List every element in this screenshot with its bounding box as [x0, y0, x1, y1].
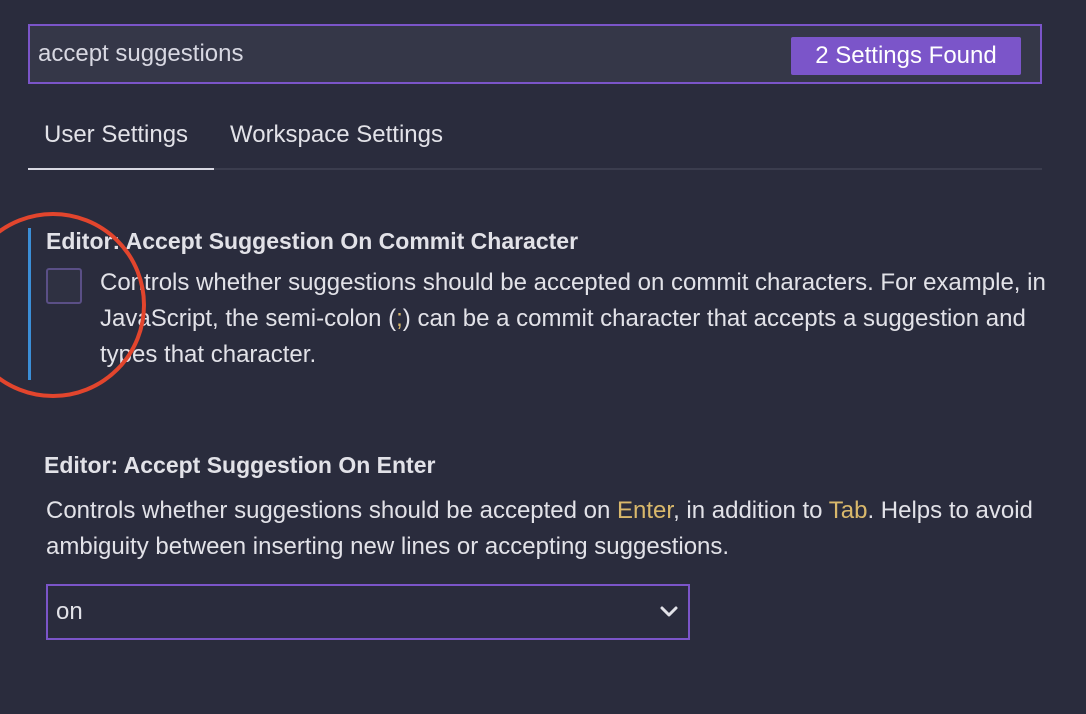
code-snippet: ; — [396, 305, 403, 332]
settings-tabs: User Settings Workspace Settings — [28, 110, 1042, 170]
tab-workspace-settings[interactable]: Workspace Settings — [230, 110, 443, 170]
setting-title: Editor: Accept Suggestion On Commit Char… — [46, 228, 579, 254]
settings-search-box[interactable]: 2 Settings Found — [28, 24, 1042, 84]
setting-accept-suggestion-on-commit-character: Editor: Accept Suggestion On Commit Char… — [28, 228, 1058, 380]
tab-user-settings[interactable]: User Settings — [28, 110, 214, 170]
results-count-badge: 2 Settings Found — [791, 37, 1021, 75]
setting-checkbox[interactable] — [46, 268, 82, 304]
key-enter: Enter — [617, 497, 674, 524]
chevron-down-icon — [660, 606, 678, 617]
dropdown-selected-value: on — [56, 598, 83, 625]
setting-select-dropdown[interactable]: on — [46, 584, 690, 640]
setting-description: Controls whether suggestions should be a… — [46, 497, 1033, 560]
key-tab: Tab — [828, 497, 868, 524]
setting-title: Editor: Accept Suggestion On Enter — [44, 452, 436, 478]
search-input[interactable] — [38, 26, 778, 82]
setting-description: Controls whether suggestions should be a… — [100, 269, 1046, 368]
